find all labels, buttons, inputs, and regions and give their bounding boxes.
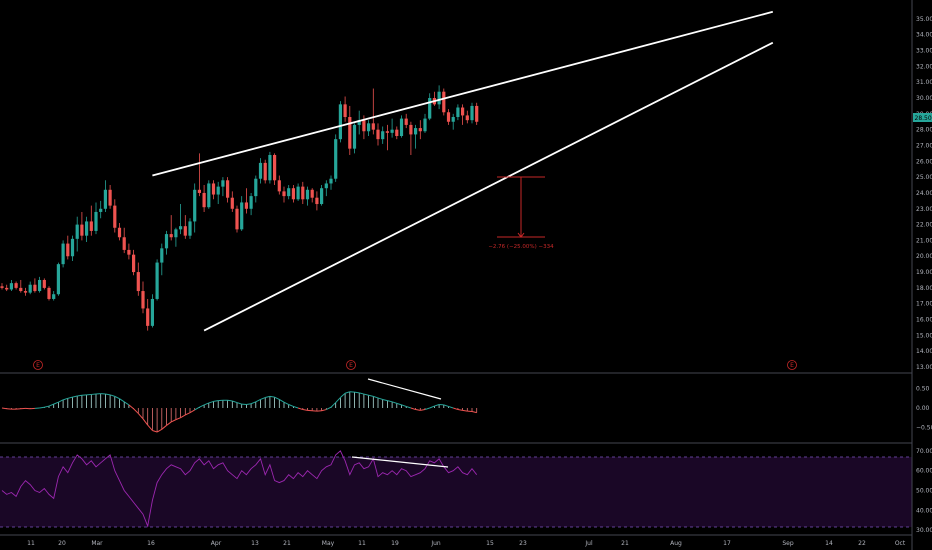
- time-tick-label: 21: [283, 540, 291, 547]
- price-tick-label: 30.00: [916, 95, 932, 102]
- time-tick-label: 14: [825, 540, 833, 547]
- time-tick-label: Apr: [211, 540, 222, 547]
- svg-text:E: E: [349, 362, 353, 369]
- candle: [268, 151, 272, 184]
- price-tick-label: 34.00: [916, 32, 932, 39]
- price-tick-label: 24.00: [916, 190, 932, 197]
- svg-text:E: E: [790, 362, 794, 369]
- price-tick-label: 18.00: [916, 285, 932, 292]
- rsi-tick-label: 60.00: [916, 468, 932, 475]
- time-tick-label: Sep: [782, 540, 794, 547]
- time-tick-label: 21: [621, 540, 629, 547]
- price-tick-label: 26.00: [916, 158, 932, 165]
- price-tick-label: 28.00: [916, 127, 932, 134]
- macd-tick-label: 0.50: [916, 386, 930, 393]
- time-tick-label: Aug: [670, 540, 682, 547]
- time-tick-label: 11: [358, 540, 366, 547]
- candle: [235, 205, 239, 233]
- time-tick-label: 22: [858, 540, 866, 547]
- price-tick-label: 16.00: [916, 317, 932, 324]
- rsi-tick-label: 40.00: [916, 507, 932, 514]
- rsi-tick-label: 50.00: [916, 487, 932, 494]
- candle: [475, 102, 479, 125]
- macd-tick-label: 0.00: [916, 405, 930, 412]
- candle: [150, 294, 154, 328]
- time-tick-label: 16: [147, 540, 155, 547]
- svg-text:28.50: 28.50: [915, 115, 932, 122]
- rsi-tick-label: 30.00: [916, 527, 932, 534]
- price-tick-label: 17.00: [916, 301, 932, 308]
- last-price-tag: 28.50: [913, 113, 932, 122]
- candle: [155, 259, 159, 301]
- svg-text:E: E: [36, 362, 40, 369]
- time-tick-label: 13: [251, 540, 259, 547]
- price-tick-label: 22.00: [916, 222, 932, 229]
- candle: [273, 153, 277, 186]
- time-tick-label: Jun: [430, 540, 441, 547]
- price-tick-label: 27.00: [916, 142, 932, 149]
- time-tick-label: Mar: [91, 540, 103, 547]
- time-tick-label: 15: [486, 540, 494, 547]
- candle: [399, 115, 404, 138]
- time-tick-label: May: [322, 540, 335, 547]
- macd-tick-label: −0.50: [916, 424, 932, 431]
- time-tick-label: 17: [723, 540, 731, 547]
- time-tick-label: Oct: [895, 540, 906, 547]
- price-tick-label: 14.00: [916, 348, 932, 355]
- measure-label: −2.76 (−25.00%) −334: [488, 244, 554, 250]
- candle: [61, 240, 65, 268]
- time-tick-label: 19: [391, 540, 399, 547]
- price-tick-label: 35.00: [916, 16, 932, 23]
- candle: [207, 180, 211, 209]
- candle: [334, 134, 338, 182]
- time-tick-label: 11: [27, 540, 35, 547]
- candle: [56, 262, 60, 296]
- price-tick-label: 33.00: [916, 48, 932, 55]
- rsi-overbought-oversold-band: [0, 457, 912, 527]
- price-tick-label: 15.00: [916, 332, 932, 339]
- candle: [442, 88, 446, 116]
- price-tick-label: 32.00: [916, 63, 932, 70]
- price-tick-label: 20.00: [916, 253, 932, 260]
- candle: [263, 159, 267, 184]
- candle: [42, 278, 46, 290]
- time-tick-label: 23: [519, 540, 527, 547]
- candle: [338, 101, 342, 143]
- time-tick-label: 20: [58, 540, 66, 547]
- price-axis: 35.0034.0033.0032.0031.0030.0029.0028.00…: [916, 16, 932, 371]
- price-tick-label: 21.00: [916, 237, 932, 244]
- price-tick-label: 31.00: [916, 79, 932, 86]
- time-tick-label: Jul: [584, 540, 593, 547]
- price-tick-label: 19.00: [916, 269, 932, 276]
- price-tick-label: 13.00: [916, 364, 932, 371]
- candle: [47, 286, 51, 301]
- rsi-tick-label: 70.00: [916, 448, 932, 455]
- chart-canvas: 35.0034.0033.0032.0031.0030.0029.0028.00…: [0, 0, 932, 550]
- price-tick-label: 23.00: [916, 206, 932, 213]
- price-tick-label: 25.00: [916, 174, 932, 181]
